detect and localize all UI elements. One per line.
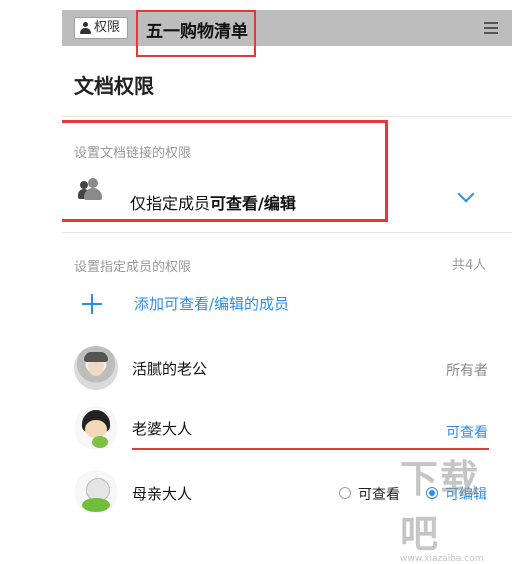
watermark-text: 下载吧 xyxy=(400,457,481,556)
member-role-dropdown[interactable]: 可查看 xyxy=(446,422,488,442)
avatar xyxy=(74,406,118,450)
add-member-button[interactable]: 添加可查看/编辑的成员 xyxy=(82,293,289,314)
avatar xyxy=(74,346,118,390)
link-highlight-box xyxy=(62,120,388,222)
member-name: 老婆大人 xyxy=(132,420,193,438)
menu-icon[interactable] xyxy=(484,22,498,34)
chevron-down-icon[interactable] xyxy=(457,185,475,203)
member-count: 共4人 xyxy=(452,258,487,273)
divider xyxy=(62,116,512,117)
divider xyxy=(62,232,512,233)
radio-view-label[interactable]: 可查看 xyxy=(358,484,400,504)
member-name: 母亲大人 xyxy=(132,485,193,503)
top-bar: 权限 五一购物清单 xyxy=(62,10,512,46)
permission-button[interactable]: 权限 xyxy=(74,17,128,39)
avatar xyxy=(74,470,118,514)
person-icon xyxy=(80,22,91,34)
plus-icon xyxy=(82,293,102,314)
page-title: 文档权限 xyxy=(74,74,154,98)
left-margin xyxy=(0,0,62,527)
member-name: 活腻的老公 xyxy=(132,360,208,378)
watermark-url: www.xiazaiba.com xyxy=(400,554,484,564)
radio-view[interactable] xyxy=(339,487,351,499)
watermark-logo: 下载吧 www.xiazaiba.com xyxy=(400,448,518,564)
permission-button-label: 权限 xyxy=(94,20,121,35)
add-member-label: 添加可查看/编辑的成员 xyxy=(134,295,290,313)
member-role: 所有者 xyxy=(446,363,488,379)
title-highlight-box xyxy=(136,10,256,57)
member-permission-label: 设置指定成员的权限 xyxy=(74,260,192,275)
